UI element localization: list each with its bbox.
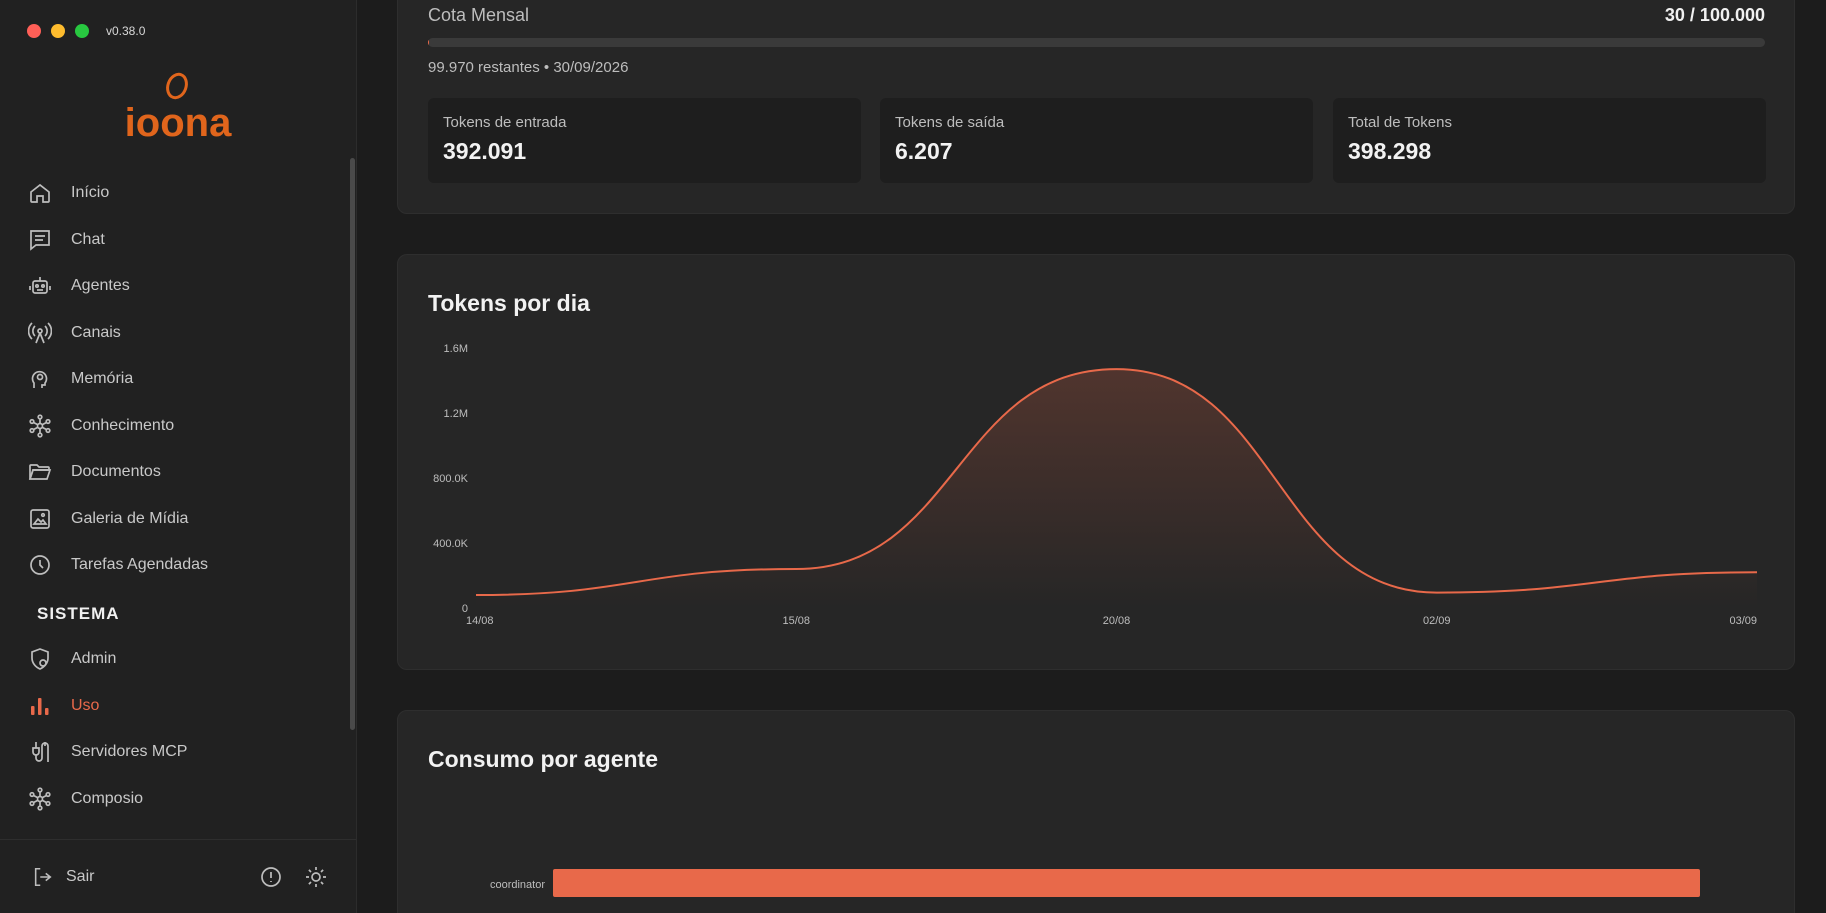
robot-icon [29,277,51,295]
app-version: v0.38.0 [106,24,146,38]
tokens-chart-title: Tokens por dia [428,290,590,316]
nav-label: Conhecimento [71,416,175,434]
main-nav: Início Chat Agentes Canais Memória Conhe… [28,170,328,589]
sun-icon[interactable] [304,865,328,889]
series-area [476,369,1757,608]
tokens-per-day-chart: 0 400.0K 800.0K 1.2M 1.6M 14/08 15/08 20/08 02/0… [433,343,1758,627]
home-icon [30,184,50,204]
shield-icon [31,648,49,671]
y-tick-label: 1.6M [444,343,468,355]
logout-button[interactable]: Sair [32,866,94,888]
nav-label: Tarefas Agendadas [71,556,208,574]
logout-icon [34,867,52,887]
nav-item-admin[interactable]: Admin [28,636,328,683]
nav-item-galeria[interactable]: Galeria de Mídia [28,496,328,543]
stat-value: 398.298 [1348,138,1432,164]
nav-item-servidores-mcp[interactable]: Servidores MCP [28,729,328,776]
nav-label: Galeria de Mídia [71,509,189,527]
x-tick-label: 03/09 [1729,615,1757,627]
nav-item-memoria[interactable]: Memória [28,356,328,403]
x-tick-label: 02/09 [1423,615,1451,627]
logout-label: Sair [66,868,95,885]
section-heading-sistema: SISTEMA [37,604,120,623]
x-tick-label: 20/08 [1103,615,1131,627]
stat-value: 6.207 [895,138,953,164]
stat-card-output-tokens: Tokens de saída 6.207 [880,98,1313,183]
logo-text: ioona [125,101,232,144]
network-icon [29,787,51,811]
stat-label: Tokens de saída [895,114,1005,131]
nav-label: Canais [71,323,121,341]
agent-chart-title: Consumo por agente [428,746,659,772]
nav-item-chat[interactable]: Chat [28,217,328,264]
nav-label: Composio [71,789,144,807]
brain-icon [31,371,48,389]
quota-remaining: 99.970 restantes • 30/09/2026 [428,59,629,76]
agent-consumption-chart: coordinator [490,869,1700,897]
stat-card-total-tokens: Total de Tokens 398.298 [1333,98,1766,183]
ioona-logo[interactable]: ioona [122,68,234,144]
quota-title: Cota Mensal [428,5,530,25]
minimize-window-button[interactable] [51,24,65,38]
y-tick-label: 0 [462,603,468,615]
plug-icon [32,742,49,763]
nav-item-agentes[interactable]: Agentes [28,263,328,310]
x-tick-label: 14/08 [466,615,494,627]
nav-label: Agentes [71,277,130,295]
image-icon [30,508,50,529]
nav-item-canais[interactable]: Canais [28,310,328,357]
nav-label: Servidores MCP [71,743,188,761]
antenna-icon [28,322,52,344]
quota-value: 30 / 100.000 [1664,5,1765,25]
stat-card-input-tokens: Tokens de entrada 392.091 [428,98,861,183]
nav-item-inicio[interactable]: Início [28,170,328,217]
nav-item-conhecimento[interactable]: Conhecimento [28,403,328,450]
nav-label: Admin [71,650,117,668]
close-window-button[interactable] [27,24,41,38]
nav-label: Início [71,184,110,202]
chat-icon [30,229,50,251]
stat-label: Total de Tokens [1348,114,1452,131]
system-nav: Admin Uso Servidores MCP Composio [28,636,328,822]
alert-icon[interactable] [259,865,283,889]
sidebar-scrollbar[interactable] [350,158,355,730]
sidebar-footer: Sair [0,839,356,913]
nav-item-uso[interactable]: Uso [28,683,328,730]
window-controls [27,24,89,38]
nav-label: Uso [71,696,100,714]
nav-label: Chat [71,230,105,248]
maximize-window-button[interactable] [75,24,89,38]
stat-label: Tokens de entrada [443,114,567,131]
nav-label: Memória [71,370,134,388]
quota-progress-bar [428,38,1765,47]
nav-item-composio[interactable]: Composio [28,776,328,823]
y-tick-label: 1.2M [444,408,468,420]
bar[interactable] [553,869,1700,897]
stat-value: 392.091 [443,138,527,164]
y-tick-label: 800.0K [433,473,469,485]
nav-item-documentos[interactable]: Documentos [28,449,328,496]
network-icon [29,414,51,438]
bar-category-label: coordinator [490,879,545,891]
y-tick-label: 400.0K [433,538,469,550]
x-tick-label: 15/08 [782,615,810,627]
nav-label: Documentos [71,463,161,481]
clock-icon [30,555,50,576]
sidebar: v0.38.0 ioona Início Chat Agentes Canais… [0,0,357,913]
folder-icon [28,464,52,481]
nav-item-tarefas[interactable]: Tarefas Agendadas [28,542,328,589]
bar-chart-icon [31,697,49,715]
